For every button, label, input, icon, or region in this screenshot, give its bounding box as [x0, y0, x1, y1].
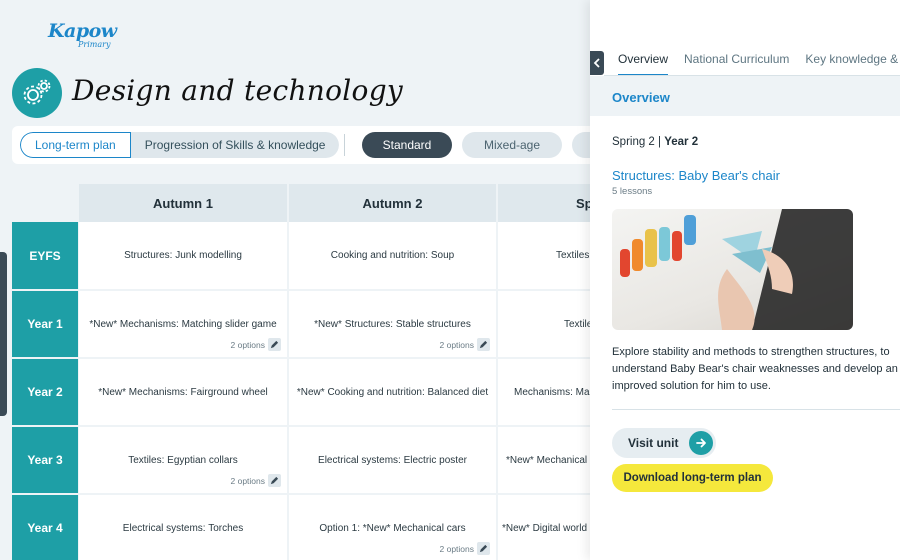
visit-unit-button[interactable]: Visit unit: [612, 428, 716, 458]
pencil-icon[interactable]: [477, 542, 490, 555]
options-label: 2 options: [230, 339, 266, 350]
page-title: Design and technology: [72, 74, 404, 107]
left-edge-tab[interactable]: [0, 252, 7, 416]
tab-long-term-plan[interactable]: Long-term plan: [20, 132, 131, 158]
mixed-age-button[interactable]: Mixed-age: [462, 132, 562, 158]
lesson-count: 5 lessons: [612, 186, 653, 197]
pencil-icon[interactable]: [268, 338, 281, 351]
arrow-right-icon: [689, 431, 713, 455]
collapse-panel-button[interactable]: [590, 51, 604, 75]
cell-text: *New* Digital world: [502, 522, 588, 534]
unit-photo: [612, 209, 853, 330]
panel-divider: [612, 409, 900, 410]
cell-text: Option 1: *New* Mechanical cars: [319, 522, 466, 534]
year-label: Year 2: [664, 136, 699, 148]
tab-progression[interactable]: Progression of Skills & knowledge: [130, 132, 340, 158]
column-header: Autumn 2: [289, 184, 496, 222]
gears-icon: [12, 68, 62, 118]
cell-text: Textiles: Egyptian collars: [128, 454, 238, 466]
description-line: understand Baby Bear's chair weaknesses …: [612, 363, 898, 375]
cell-text: *New* Mechanical: [506, 454, 588, 466]
cell-text: Mechanisms: Mal: [514, 386, 592, 398]
options-link[interactable]: 2 options: [230, 338, 281, 351]
view-switch: Long-term plan Progression of Skills & k…: [20, 132, 340, 158]
plan-cell[interactable]: Option 1: *New* Mechanical cars 2 option…: [289, 495, 496, 560]
kapow-logo[interactable]: Kapow Primary: [48, 20, 128, 56]
cell-text: Cooking and nutrition: Soup: [330, 250, 455, 261]
options-label: 2 options: [230, 475, 266, 486]
plan-cell[interactable]: Cooking and nutrition: Soup: [289, 222, 496, 289]
description-line: improved solution for him to use.: [612, 380, 771, 392]
unit-term-year: Spring 2 | Year 2: [612, 136, 698, 148]
tab-key-knowledge[interactable]: Key knowledge & skil: [805, 52, 900, 76]
panel-tabs: Overview National Curriculum Key knowled…: [618, 52, 900, 76]
visit-unit-label: Visit unit: [628, 436, 679, 450]
toolbar-divider: [344, 134, 345, 156]
cell-text: *New* Mechanisms: Fairground wheel: [98, 386, 268, 398]
options-label: 2 options: [439, 339, 475, 350]
unit-title-link[interactable]: Structures: Baby Bear's chair: [612, 168, 780, 183]
options-label: 2 options: [439, 543, 475, 554]
plan-cell[interactable]: *New* Mechanisms: Matching slider game 2…: [79, 291, 287, 357]
cell-text: Electrical systems: Electric poster: [318, 454, 467, 466]
cell-text: Electrical systems: Torches: [122, 522, 244, 534]
row-header: Year 4: [12, 495, 78, 560]
options-link[interactable]: 2 options: [230, 474, 281, 487]
section-header: Overview: [590, 76, 900, 116]
meta-separator: |: [654, 136, 665, 148]
row-header: Year 3: [12, 427, 78, 493]
cell-text: *New* Structures: Stable structures: [314, 318, 471, 330]
options-link[interactable]: 2 options: [439, 542, 490, 555]
row-header: Year 2: [12, 359, 78, 425]
plan-cell[interactable]: *New* Mechanisms: Fairground wheel: [79, 359, 287, 425]
chevron-left-icon: [593, 58, 600, 68]
unit-description: Explore stability and methods to strengt…: [612, 344, 900, 395]
plan-cell[interactable]: *New* Cooking and nutrition: Balanced di…: [289, 359, 496, 425]
pencil-icon[interactable]: [477, 338, 490, 351]
unit-detail-panel: Overview National Curriculum Key knowled…: [590, 0, 900, 560]
plan-cell[interactable]: Structures: Junk modelling: [79, 222, 287, 289]
cell-text: Structures: Junk modelling: [124, 250, 242, 261]
plan-cell[interactable]: *New* Structures: Stable structures 2 op…: [289, 291, 496, 357]
plan-cell[interactable]: Textiles: Egyptian collars 2 options: [79, 427, 287, 493]
plan-toolbar: Long-term plan Progression of Skills & k…: [12, 126, 612, 164]
download-plan-button[interactable]: Download long-term plan: [612, 464, 773, 492]
options-link[interactable]: 2 options: [439, 338, 490, 351]
cell-text: *New* Mechanisms: Matching slider game: [89, 318, 277, 330]
logo-subtext: Primary: [78, 40, 111, 49]
tab-overview[interactable]: Overview: [618, 52, 669, 76]
cell-text: Textiles: [556, 250, 590, 261]
description-line: Explore stability and methods to strengt…: [612, 346, 890, 358]
plan-cell[interactable]: Electrical systems: Torches: [79, 495, 287, 560]
cell-text: Textile: [564, 318, 593, 330]
row-header: Year 1: [12, 291, 78, 357]
logo-text: Kapow: [48, 20, 117, 42]
row-header: EYFS: [12, 222, 78, 289]
pencil-icon[interactable]: [268, 474, 281, 487]
plan-cell[interactable]: Electrical systems: Electric poster: [289, 427, 496, 493]
section-title: Overview: [612, 90, 670, 105]
cell-text: *New* Cooking and nutrition: Balanced di…: [296, 386, 489, 398]
column-header: Autumn 1: [79, 184, 287, 222]
tab-national-curriculum[interactable]: National Curriculum: [684, 52, 789, 76]
term-label: Spring 2: [612, 136, 655, 148]
standard-button[interactable]: Standard: [362, 132, 452, 158]
